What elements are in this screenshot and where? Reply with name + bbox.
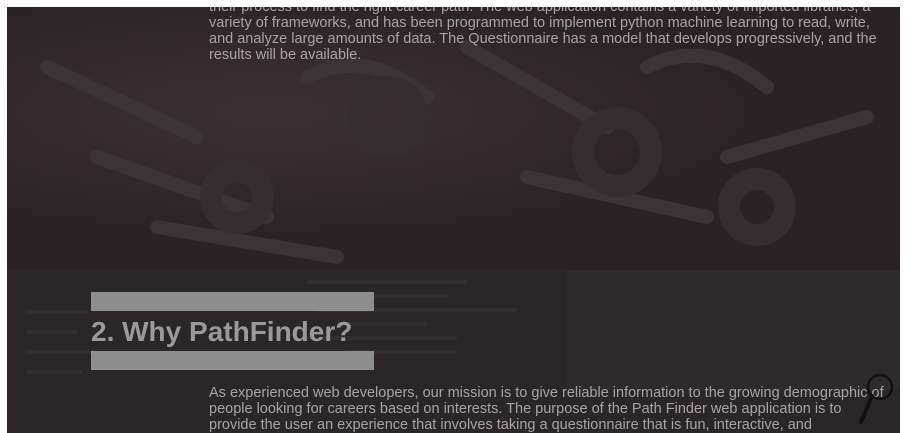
intro-paragraph: their process to find the right career p… <box>209 7 877 63</box>
search-button[interactable] <box>858 372 898 424</box>
section-title: 2. Why PathFinder? <box>91 316 353 347</box>
hero-section: their process to find the right career p… <box>7 7 900 270</box>
section-heading-block: 2. Why PathFinder? <box>91 292 374 370</box>
heading-top-bar <box>91 292 374 311</box>
page-viewport: their process to find the right career p… <box>7 7 900 433</box>
why-pathfinder-section: 2. Why PathFinder? As experienced web de… <box>7 270 900 433</box>
heading-bottom-bar <box>91 351 374 370</box>
section-body-paragraph: As experienced web developers, our missi… <box>209 385 884 433</box>
search-icon <box>859 373 894 424</box>
